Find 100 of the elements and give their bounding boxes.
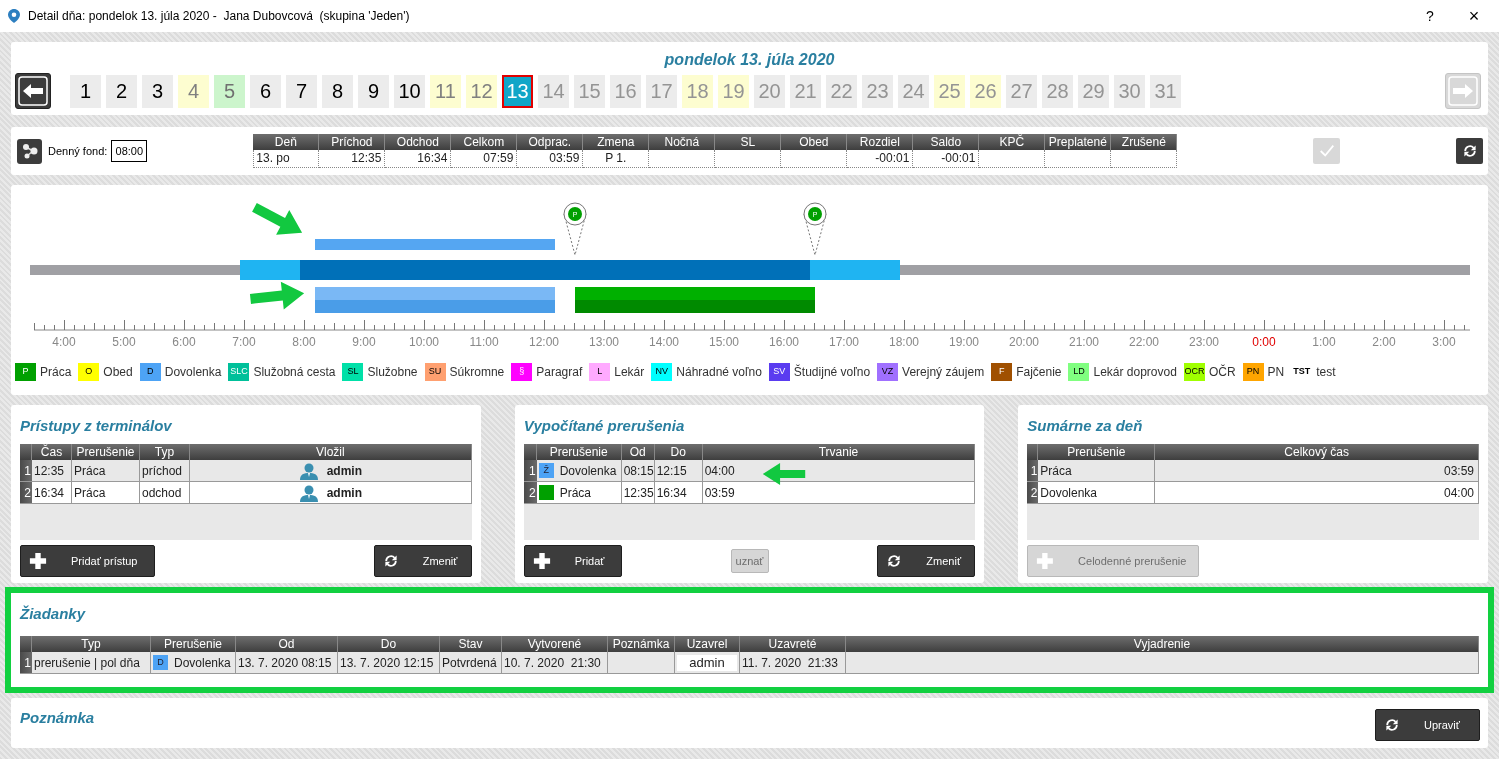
column-header: Zmena bbox=[583, 134, 650, 150]
window-title: Detail dňa: pondelok 13. júla 2020 - Jana Dubovcová (skupina 'Jeden') bbox=[28, 8, 410, 25]
legend-swatch: LD bbox=[1068, 363, 1090, 381]
hour-label: 14:00 bbox=[649, 335, 679, 349]
action-button[interactable]: Pridať prístup bbox=[20, 545, 155, 577]
color-swatch: D bbox=[153, 655, 168, 670]
hour-label: 2:00 bbox=[1372, 335, 1396, 349]
legend-label: Fajčenie bbox=[1016, 364, 1062, 381]
hour-label: 21:00 bbox=[1069, 335, 1099, 349]
table-cell: 07:59 bbox=[451, 150, 518, 168]
action-button[interactable]: Pridať bbox=[523, 545, 622, 577]
day-button[interactable]: 18 bbox=[682, 74, 713, 108]
date-heading: pondelok 13. júla 2020 bbox=[663, 50, 836, 70]
row-number: 2 bbox=[523, 482, 537, 503]
day-button[interactable]: 12 bbox=[466, 74, 497, 108]
day-button[interactable]: 19 bbox=[718, 74, 749, 108]
day-button[interactable]: 24 bbox=[898, 74, 929, 108]
day-button[interactable]: 16 bbox=[610, 74, 641, 108]
day-button[interactable]: 28 bbox=[1042, 74, 1073, 108]
day-button[interactable]: 6 bbox=[250, 74, 281, 108]
table-cell: admin bbox=[677, 654, 737, 671]
legend-label: Obed bbox=[103, 364, 133, 381]
day-button[interactable]: 27 bbox=[1006, 74, 1037, 108]
column-header: Rozdiel bbox=[847, 134, 914, 150]
table-cell-text: 04:00 bbox=[1444, 484, 1474, 502]
day-button[interactable]: 4 bbox=[178, 74, 209, 108]
legend-label: Študijné voľno bbox=[793, 363, 871, 381]
table-cell-text: 03:59 bbox=[1444, 462, 1474, 480]
close-button[interactable]: × bbox=[1459, 2, 1489, 30]
table-cell-text: Práca bbox=[1040, 462, 1072, 480]
table-cell: -00:01 bbox=[913, 150, 980, 168]
hour-label: 3:00 bbox=[1432, 335, 1456, 349]
day-button[interactable]: 15 bbox=[574, 74, 605, 108]
legend-label: PN bbox=[1267, 364, 1285, 381]
legend-swatch: NV bbox=[651, 363, 673, 381]
day-button[interactable]: 14 bbox=[538, 74, 569, 108]
day-button[interactable]: 29 bbox=[1078, 74, 1109, 108]
column-header: Odchod bbox=[385, 134, 452, 150]
legend-swatch: VZ bbox=[877, 363, 899, 381]
day-button[interactable]: 20 bbox=[754, 74, 785, 108]
day-button[interactable]: 8 bbox=[322, 74, 353, 108]
table-cell-text: 13. 7. 2020 08:15 bbox=[238, 654, 332, 672]
row-number: 2 bbox=[20, 482, 32, 503]
empty-cell bbox=[1111, 150, 1178, 168]
plus-icon bbox=[29, 552, 47, 570]
refresh-button[interactable] bbox=[1456, 138, 1483, 164]
day-button[interactable]: 21 bbox=[790, 74, 821, 108]
table-cell: 12:35 bbox=[319, 150, 386, 168]
empty-cell bbox=[649, 150, 716, 168]
action-button[interactable]: Zmeniť bbox=[877, 545, 976, 577]
day-button[interactable]: 30 bbox=[1114, 74, 1145, 108]
day-button[interactable]: 11 bbox=[430, 74, 461, 108]
hour-label: 6:00 bbox=[172, 335, 196, 349]
day-button[interactable]: 7 bbox=[286, 74, 317, 108]
day-button[interactable]: 5 bbox=[214, 74, 245, 108]
help-button[interactable]: ? bbox=[1415, 5, 1445, 27]
legend-label: Náhradné voľno bbox=[676, 364, 762, 381]
day-button[interactable]: 2 bbox=[106, 74, 137, 108]
legend-swatch: P bbox=[15, 363, 36, 381]
column-header: Saldo bbox=[913, 134, 980, 150]
column-header: Preplatené bbox=[1045, 134, 1112, 150]
table-cell: 16:34 bbox=[385, 150, 452, 168]
day-button[interactable]: 22 bbox=[826, 74, 857, 108]
day-button[interactable]: 3 bbox=[142, 74, 173, 108]
table-cell-text: 12:35 bbox=[623, 484, 654, 502]
day-fund-input[interactable]: 08:00 bbox=[111, 140, 148, 162]
legend-swatch: SLC bbox=[228, 363, 250, 381]
hour-label: 4:00 bbox=[52, 335, 76, 349]
day-button[interactable]: 25 bbox=[934, 74, 965, 108]
table-cell-text: 12:35 bbox=[34, 462, 65, 480]
table-cell-text: Dovolenka bbox=[559, 462, 617, 480]
legend-swatch: OCR bbox=[1183, 363, 1205, 381]
day-button[interactable]: 10 bbox=[394, 74, 425, 108]
hour-label: 8:00 bbox=[292, 335, 316, 349]
hour-label: 12:00 bbox=[529, 335, 559, 349]
plus-icon bbox=[1036, 552, 1055, 570]
day-button[interactable]: 1 bbox=[70, 74, 101, 108]
day-button[interactable]: 17 bbox=[646, 74, 677, 108]
table-cell-text: 03:59 bbox=[704, 484, 735, 502]
legend-label: Paragraf bbox=[536, 364, 583, 381]
day-button[interactable]: 31 bbox=[1150, 74, 1181, 108]
day-button[interactable]: 23 bbox=[862, 74, 893, 108]
action-button[interactable]: Zmeniť bbox=[373, 545, 472, 577]
hour-label: 22:00 bbox=[1129, 335, 1159, 349]
day-button[interactable]: 13 bbox=[502, 74, 533, 108]
previous-day-button[interactable] bbox=[15, 73, 51, 109]
empty-cell bbox=[1045, 150, 1112, 168]
day-button[interactable]: 9 bbox=[358, 74, 389, 108]
refresh-icon bbox=[886, 553, 903, 569]
day-button[interactable]: 26 bbox=[970, 74, 1001, 108]
legend-code: TST bbox=[1292, 365, 1312, 379]
legend-label: Lekár bbox=[614, 364, 645, 381]
table-cell: 03:59 bbox=[517, 150, 584, 168]
legend-label: Dovolenka bbox=[164, 364, 222, 381]
table-cell: P 1. bbox=[583, 150, 650, 168]
hour-label: 11:00 bbox=[469, 335, 499, 349]
table-cell-text: Dovolenka bbox=[1040, 484, 1098, 502]
hour-label: 16:00 bbox=[769, 335, 799, 349]
action-button[interactable]: Upraviť bbox=[1375, 709, 1480, 741]
legend-label: Súkromne bbox=[449, 364, 505, 381]
